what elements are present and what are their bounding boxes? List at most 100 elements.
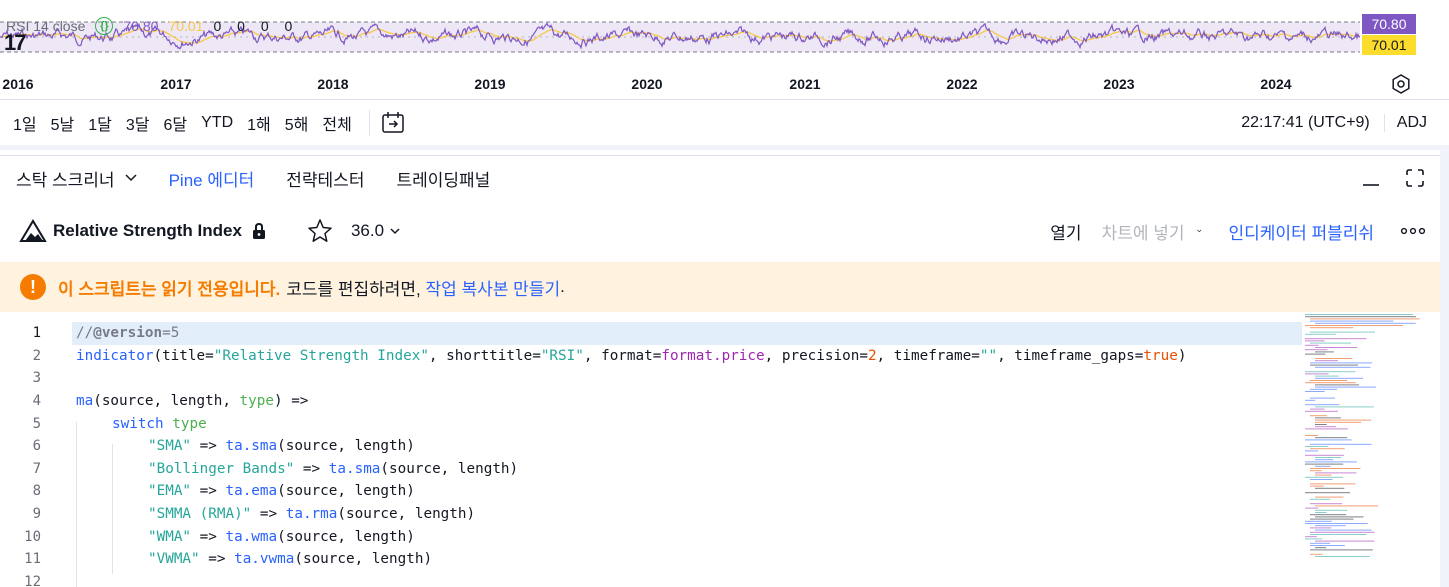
more-options-icon[interactable] (1400, 227, 1426, 235)
make-copy-link[interactable]: 작업 복사본 만들기 (426, 275, 561, 300)
minimap-line (1305, 463, 1344, 465)
minimap-line (1305, 371, 1356, 373)
minimap-line (1315, 419, 1372, 421)
version-dropdown[interactable]: 36.0 (351, 221, 400, 241)
script-title[interactable]: Relative Strength Index (53, 221, 242, 241)
minimap-line (1315, 386, 1376, 388)
minimap-line (1305, 435, 1318, 436)
minimap-line (1305, 353, 1326, 355)
range-3m-button[interactable]: 3달 (119, 111, 157, 135)
code-line[interactable]: 8 "EMA" => ta.ema(source, length) (0, 480, 1302, 503)
minimap-line (1315, 384, 1360, 386)
minimap-line (1310, 320, 1394, 322)
line-number: 1 (32, 325, 41, 342)
code-line[interactable]: 4 ma(source, length, type) => (0, 390, 1302, 413)
year-label: 2020 (631, 76, 663, 92)
chevron-down-icon (390, 227, 400, 234)
minimap-line (1310, 327, 1354, 329)
code-line[interactable]: 7 "Bollinger Bands" => ta.sma(source, le… (0, 458, 1302, 481)
chevron-down-icon[interactable] (1196, 227, 1229, 235)
warning-icon: ! (20, 274, 46, 300)
favorite-star-icon[interactable] (307, 218, 333, 244)
code-line[interactable]: 3 (0, 367, 1302, 390)
minimap-line (1305, 338, 1367, 340)
time-axis[interactable]: 2016 2017 2018 2019 2020 2021 2022 2023 … (0, 68, 1449, 100)
source-code-icon[interactable]: {} (95, 17, 114, 35)
right-scroll-gutter[interactable] (1440, 150, 1449, 587)
open-button[interactable]: 열기 (1050, 219, 1101, 244)
minimap-line (1305, 410, 1338, 412)
minimap-line (1310, 318, 1420, 320)
code-text: "WMA" => ta.wma(source, length) (148, 528, 415, 545)
minimize-icon[interactable] (1360, 167, 1382, 189)
minimap-line (1305, 373, 1329, 375)
range-ytd-button[interactable]: YTD (194, 114, 240, 132)
minimap-line (1310, 479, 1333, 480)
maximize-icon[interactable] (1404, 167, 1426, 189)
minimap-line (1315, 437, 1348, 439)
range-5d-button[interactable]: 5날 (44, 111, 82, 135)
range-all-button[interactable]: 전체 (315, 111, 358, 135)
version-value: 36.0 (350, 221, 385, 240)
warning-text: 코드를 편집하려면, (286, 279, 421, 299)
code-line[interactable]: 11 "VWMA" => ta.vwma(source, length) (0, 548, 1302, 571)
minimap-line (1305, 399, 1316, 401)
ma-price-badge: 70.01 (1362, 35, 1416, 55)
tab-trading-panel[interactable]: 트레이딩패널 (380, 166, 506, 191)
code-line[interactable]: 6 "SMA" => ta.sma(source, length) (0, 435, 1302, 458)
code-line[interactable]: 5 switch type (0, 412, 1302, 435)
tab-pine-editor[interactable]: Pine 에디터 (153, 166, 271, 191)
tab-stock-screener[interactable]: 스탁 스크리너 (0, 166, 153, 191)
code-minimap[interactable] (1305, 312, 1423, 562)
minimap-line (1305, 316, 1417, 318)
minimap-line (1305, 492, 1351, 494)
minimap-line (1305, 538, 1323, 540)
minimap-line (1310, 408, 1325, 410)
rsi-legend-title[interactable]: RSI 14 close (6, 18, 85, 34)
tab-pine-prefix: Pine (168, 170, 203, 190)
minimap-line (1310, 503, 1343, 505)
range-1m-button[interactable]: 1달 (81, 111, 119, 135)
minimap-line (1315, 360, 1339, 362)
code-line[interactable]: 12 (0, 571, 1302, 587)
line-number: 5 (32, 415, 41, 432)
line-number: 8 (32, 483, 41, 500)
minimap-line (1310, 498, 1331, 500)
rsi-pane[interactable]: 17 RSI 14 close {} 70.80 70.01 0 0 0 0 7… (0, 0, 1449, 68)
minimap-line (1310, 415, 1328, 417)
code-line[interactable]: 2 indicator(title="Relative Strength Ind… (0, 345, 1302, 368)
minimap-line (1305, 340, 1325, 342)
minimap-line (1305, 450, 1319, 452)
range-1d-button[interactable]: 1일 (0, 111, 44, 135)
minimap-line (1315, 516, 1364, 518)
year-label: 2016 (2, 76, 34, 92)
lock-icon (252, 222, 265, 239)
range-6m-button[interactable]: 6달 (157, 111, 195, 135)
panel-window-controls (1360, 167, 1440, 189)
axis-settings-icon[interactable] (1391, 74, 1411, 94)
rsi-legend[interactable]: RSI 14 close {} 70.80 70.01 0 0 0 0 (6, 17, 298, 35)
range-5y-button[interactable]: 5해 (278, 111, 316, 135)
minimap-line (1315, 509, 1348, 511)
code-editor[interactable]: 1 //@version=5 2 indicator(title="Relati… (0, 320, 1440, 587)
adjust-button[interactable]: ADJ (1383, 113, 1449, 132)
code-line[interactable]: 10 "WMA" => ta.wma(source, length) (0, 525, 1302, 548)
rsi-legend-value: 70.80 (123, 18, 159, 34)
minimap-line (1305, 325, 1404, 326)
minimap-line (1310, 342, 1352, 344)
code-text: "VWMA" => ta.vwma(source, length) (148, 551, 433, 568)
warning-tail: . (560, 277, 565, 296)
range-1y-button[interactable]: 1해 (240, 111, 278, 135)
code-line[interactable]: 1 //@version=5 (33, 322, 1302, 345)
publish-indicator-button[interactable]: 인디케이터 퍼블리쉬 (1229, 219, 1400, 244)
minimap-line (1310, 448, 1345, 450)
tab-strategy-tester[interactable]: 전략테스터 (270, 166, 380, 191)
code-line[interactable]: 9 "SMMA (RMA)" => ta.rma(source, length) (0, 503, 1302, 526)
add-to-chart-button[interactable]: 차트에 넣기 (1102, 219, 1197, 244)
rsi-ma-legend-value: 70.01 (168, 18, 204, 34)
minimap-line (1315, 424, 1327, 425)
go-to-date-icon[interactable] (380, 110, 406, 136)
timezone-clock[interactable]: 22:17:41 (UTC+9) (1241, 114, 1384, 132)
minimap-line (1310, 380, 1348, 381)
minimap-line (1315, 457, 1341, 458)
